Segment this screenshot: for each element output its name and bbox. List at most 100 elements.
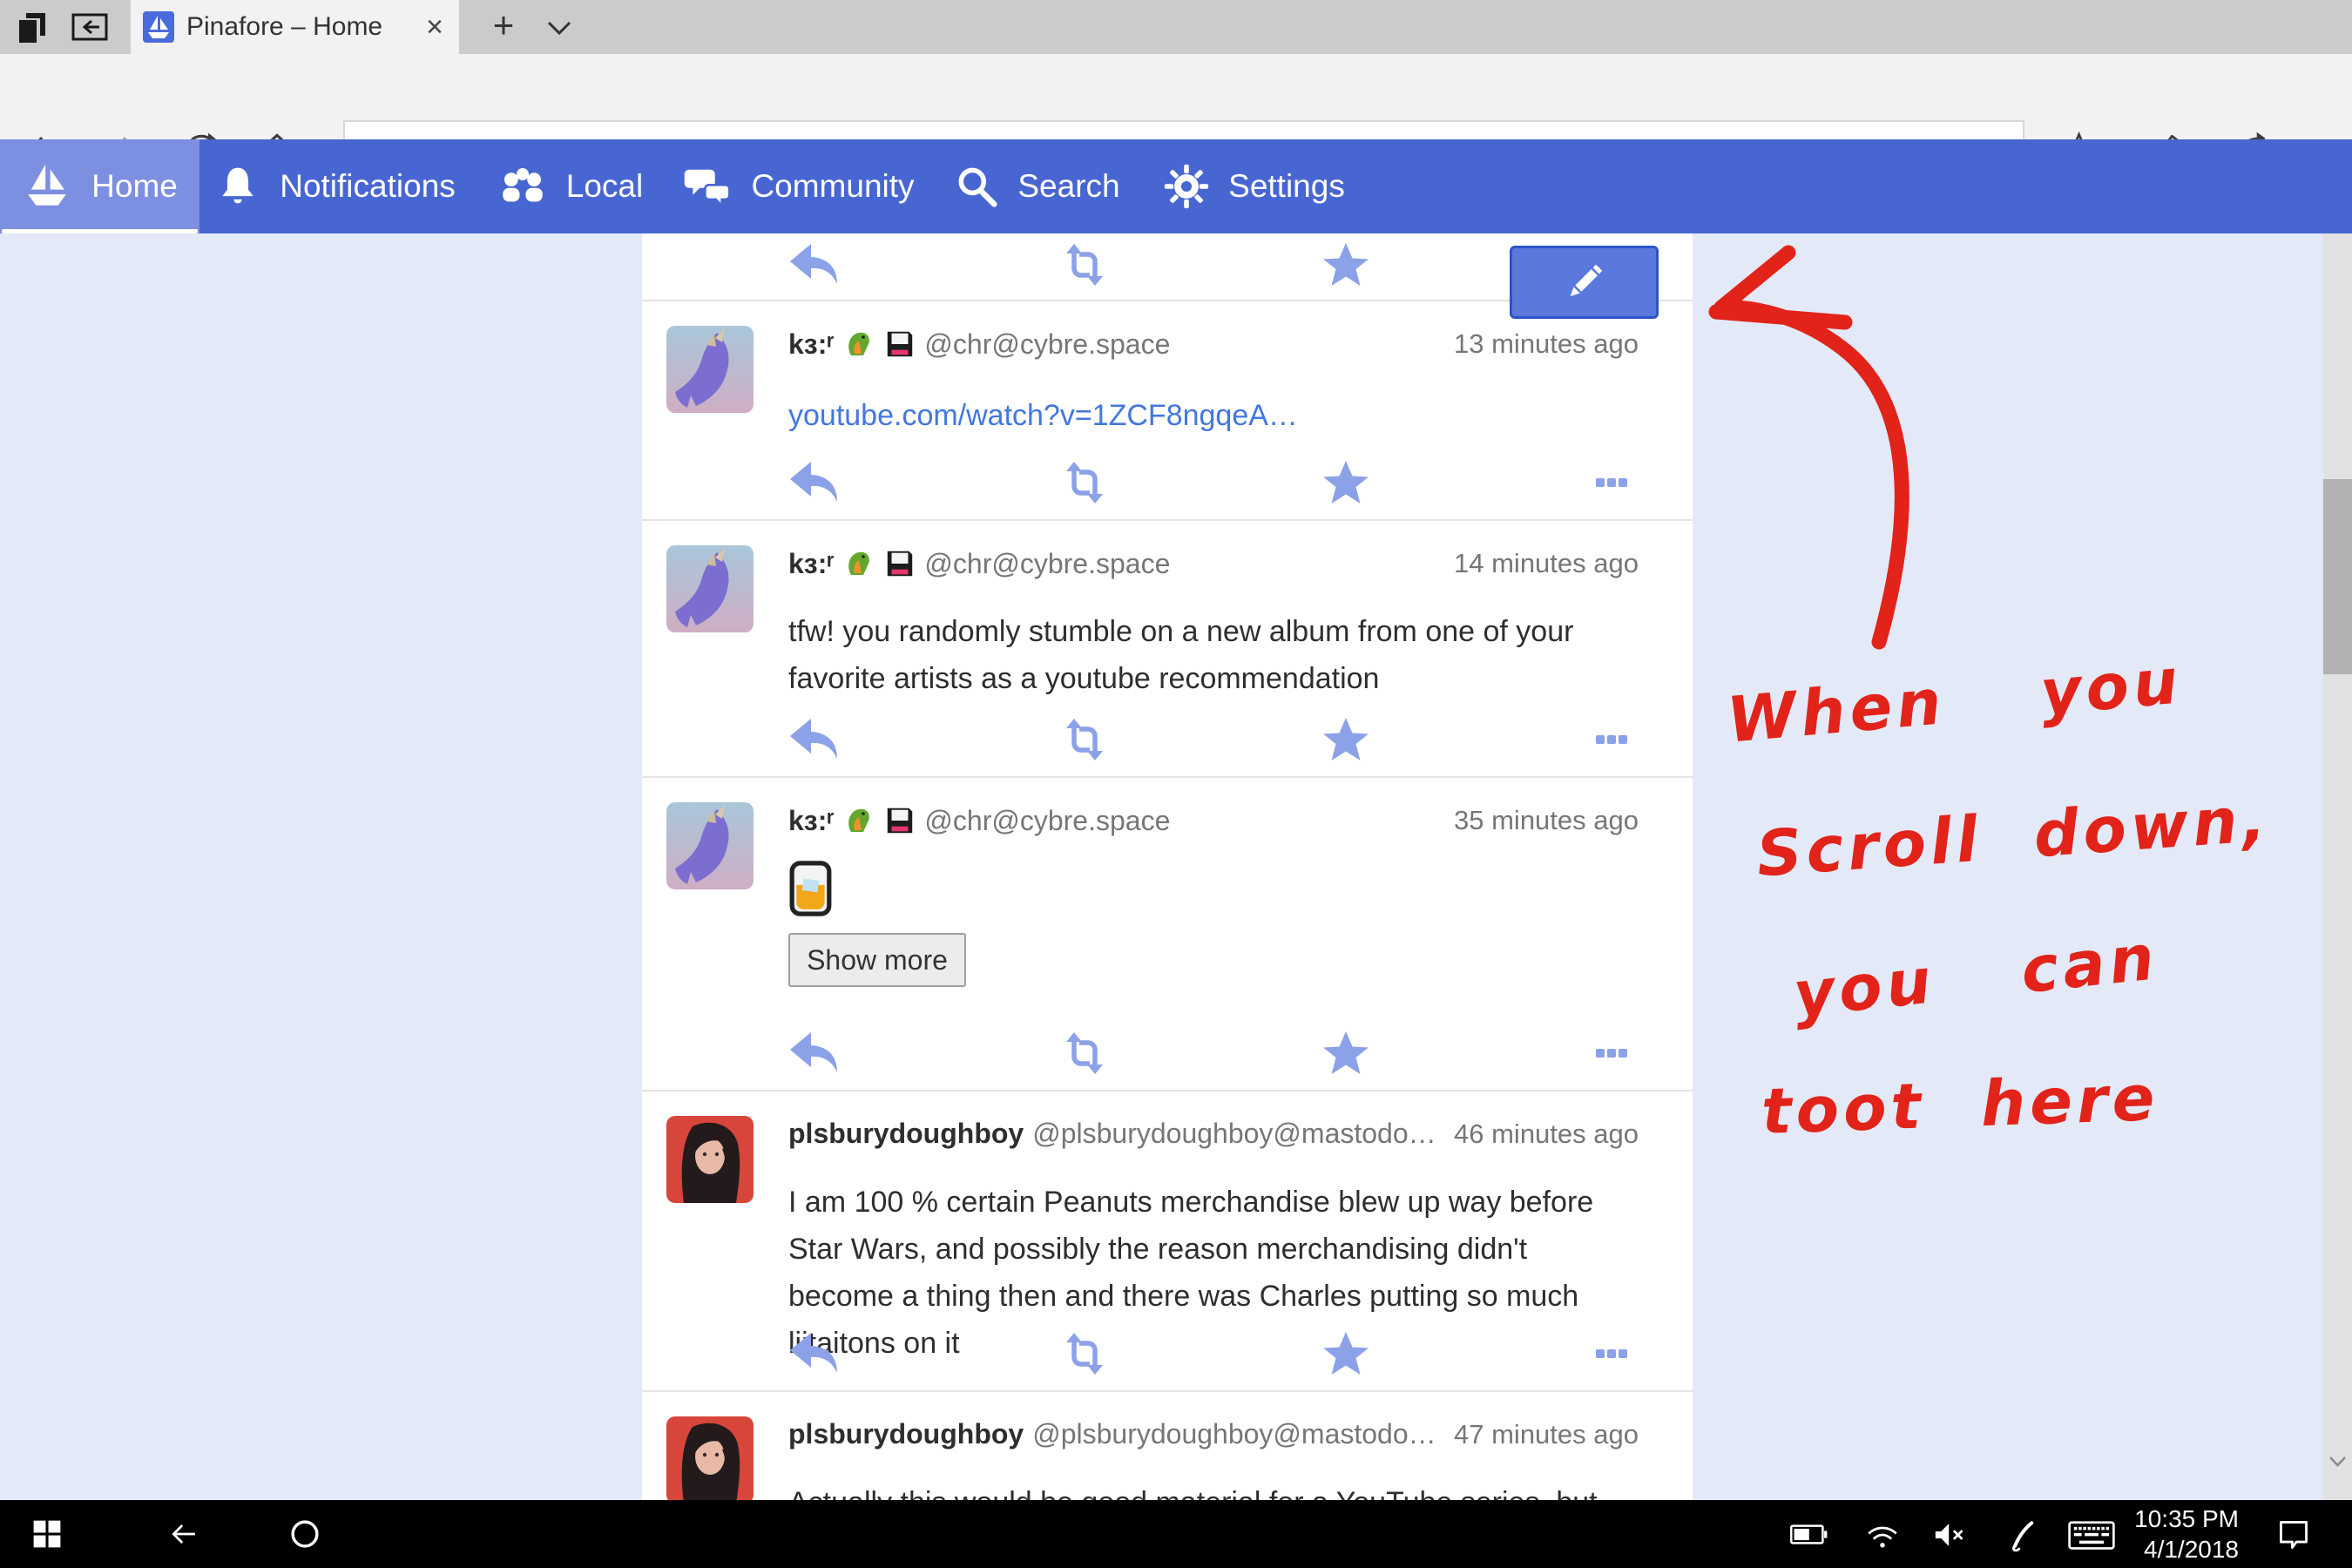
avatar[interactable] xyxy=(666,1416,754,1500)
avatar[interactable] xyxy=(666,326,754,413)
reply-icon[interactable] xyxy=(787,240,842,289)
nav-label-community: Community xyxy=(751,168,914,205)
cortana-button[interactable] xyxy=(287,1517,322,1551)
nav-label-search: Search xyxy=(1017,168,1119,205)
clock-time: 10:35 PM xyxy=(2099,1504,2239,1534)
new-tab-button[interactable]: + xyxy=(484,0,523,54)
tab-close-icon[interactable]: × xyxy=(426,10,443,44)
toot-actions xyxy=(642,458,1693,507)
toot: kɜ:ʳ @chr@cybre.space 13 minutes ago you… xyxy=(642,303,1693,521)
boost-icon[interactable] xyxy=(1057,458,1112,507)
dragon-emoji-icon xyxy=(842,804,875,837)
account-handle[interactable]: @plsburydoughboy@mastodon.s… xyxy=(1032,1118,1445,1150)
toot-header: plsburydoughboy @plsburydoughboy@mastodo… xyxy=(788,1418,1639,1450)
scrollbar-thumb[interactable] xyxy=(2323,479,2352,674)
avatar[interactable] xyxy=(666,1116,754,1203)
pen-settings-icon[interactable] xyxy=(2003,1517,2041,1553)
tumbler-glass-emoji-icon xyxy=(788,860,834,917)
nav-item-local[interactable]: Local xyxy=(488,139,653,233)
boost-icon[interactable] xyxy=(1057,715,1112,764)
avatar[interactable] xyxy=(666,545,754,632)
volume-muted-icon[interactable] xyxy=(1930,1517,1969,1553)
browser-tab[interactable]: Pinafore – Home × xyxy=(131,0,459,54)
toot-header: kɜ:ʳ @chr@cybre.space 13 minutes ago xyxy=(788,328,1639,361)
dragon-emoji-icon xyxy=(842,547,875,580)
toot: kɜ:ʳ @chr@cybre.space 35 minutes ago xyxy=(642,780,1693,1092)
favorite-star-icon[interactable] xyxy=(1321,1329,1370,1378)
floppy-disk-emoji-icon xyxy=(884,328,916,360)
toot-actions xyxy=(642,1329,1693,1378)
favorite-star-icon[interactable] xyxy=(1321,1029,1370,1078)
nav-item-home[interactable]: Home xyxy=(0,139,199,233)
tab-preview-icon[interactable] xyxy=(70,10,110,44)
action-center-icon[interactable] xyxy=(2275,1517,2312,1553)
display-name[interactable]: kɜ:ʳ xyxy=(788,548,834,580)
boost-icon[interactable] xyxy=(1057,1029,1112,1078)
scrollbar-down-arrow-icon[interactable] xyxy=(2327,1453,2349,1470)
toot-timestamp[interactable]: 14 minutes ago xyxy=(1454,548,1639,579)
boost-icon[interactable] xyxy=(1057,1329,1112,1378)
toot-actions xyxy=(642,715,1693,764)
dragon-emoji-icon xyxy=(842,328,875,361)
pinafore-nav: Home Notifications Local xyxy=(0,139,2352,233)
dragon-avatar-image xyxy=(666,545,754,632)
toot-text: Actually this would be good material for… xyxy=(788,1479,1632,1500)
wifi-icon[interactable] xyxy=(1863,1517,1902,1553)
nav-item-search[interactable]: Search xyxy=(950,139,1124,233)
reply-icon[interactable] xyxy=(787,1329,842,1378)
taskbar-clock[interactable]: 10:35 PM 4/1/2018 xyxy=(2099,1504,2239,1565)
more-options-icon[interactable] xyxy=(1589,1329,1634,1378)
timeline-feed: kɜ:ʳ @chr@cybre.space 13 minutes ago you… xyxy=(642,233,1693,1500)
start-button[interactable] xyxy=(30,1517,64,1551)
people-icon xyxy=(498,164,547,209)
avatar[interactable] xyxy=(666,802,754,889)
account-handle[interactable]: @plsburydoughboy@mastodon.s… xyxy=(1032,1418,1445,1450)
tab-list-chevron-icon[interactable] xyxy=(542,14,577,42)
reply-icon[interactable] xyxy=(787,715,842,764)
more-options-icon[interactable] xyxy=(1589,458,1634,507)
search-icon xyxy=(953,164,998,209)
nav-label-settings: Settings xyxy=(1228,168,1345,205)
favorite-star-icon[interactable] xyxy=(1321,458,1370,507)
account-handle[interactable]: @chr@cybre.space xyxy=(924,805,1170,837)
reply-icon[interactable] xyxy=(787,1029,842,1078)
dragon-avatar-image xyxy=(666,802,754,889)
toot-timestamp[interactable]: 47 minutes ago xyxy=(1454,1419,1639,1450)
toot-actions xyxy=(642,1029,1693,1078)
set-aside-tabs-icon[interactable] xyxy=(14,10,52,44)
toot-timestamp[interactable]: 13 minutes ago xyxy=(1454,328,1639,360)
favorite-star-icon[interactable] xyxy=(1321,715,1370,764)
toot-link[interactable]: youtube.com/watch?v=1ZCF8ngqeA… xyxy=(788,399,1298,432)
more-options-icon[interactable] xyxy=(1589,1029,1634,1078)
toot-divider xyxy=(642,1090,1693,1092)
display-name[interactable]: kɜ:ʳ xyxy=(788,805,834,837)
display-name[interactable]: plsburydoughboy xyxy=(788,1118,1024,1150)
display-name[interactable]: kɜ:ʳ xyxy=(788,328,834,361)
reply-icon[interactable] xyxy=(787,458,842,507)
toot-timestamp[interactable]: 46 minutes ago xyxy=(1454,1119,1639,1150)
nav-item-notifications[interactable]: Notifications xyxy=(205,139,466,233)
nav-label-notifications: Notifications xyxy=(280,168,456,205)
nav-label-home: Home xyxy=(91,168,178,205)
compose-toot-button[interactable] xyxy=(1510,246,1659,319)
more-options-icon[interactable] xyxy=(1589,715,1634,764)
show-more-button[interactable]: Show more xyxy=(788,933,966,987)
display-name[interactable]: plsburydoughboy xyxy=(788,1418,1024,1450)
battery-icon[interactable] xyxy=(1788,1520,1828,1549)
account-handle[interactable]: @chr@cybre.space xyxy=(924,328,1170,361)
boost-icon[interactable] xyxy=(1057,240,1112,289)
tab-title: Pinafore – Home xyxy=(186,12,419,42)
floppy-disk-emoji-icon xyxy=(884,548,916,579)
taskbar-back-button[interactable] xyxy=(166,1517,200,1551)
nav-item-settings[interactable]: Settings xyxy=(1159,139,1350,233)
account-handle[interactable]: @chr@cybre.space xyxy=(924,548,1170,580)
toot-text: tfw! you randomly stumble on a new album… xyxy=(788,608,1632,702)
nav-label-local: Local xyxy=(566,168,643,205)
favorite-star-icon[interactable] xyxy=(1321,240,1370,289)
pencil-icon xyxy=(1561,259,1608,306)
screen: Pinafore – Home × + htt xyxy=(0,0,2352,1568)
toot-divider xyxy=(642,519,1693,521)
scrollbar-track[interactable] xyxy=(2323,233,2352,1500)
nav-item-community[interactable]: Community xyxy=(678,139,920,233)
toot-timestamp[interactable]: 35 minutes ago xyxy=(1454,805,1639,836)
